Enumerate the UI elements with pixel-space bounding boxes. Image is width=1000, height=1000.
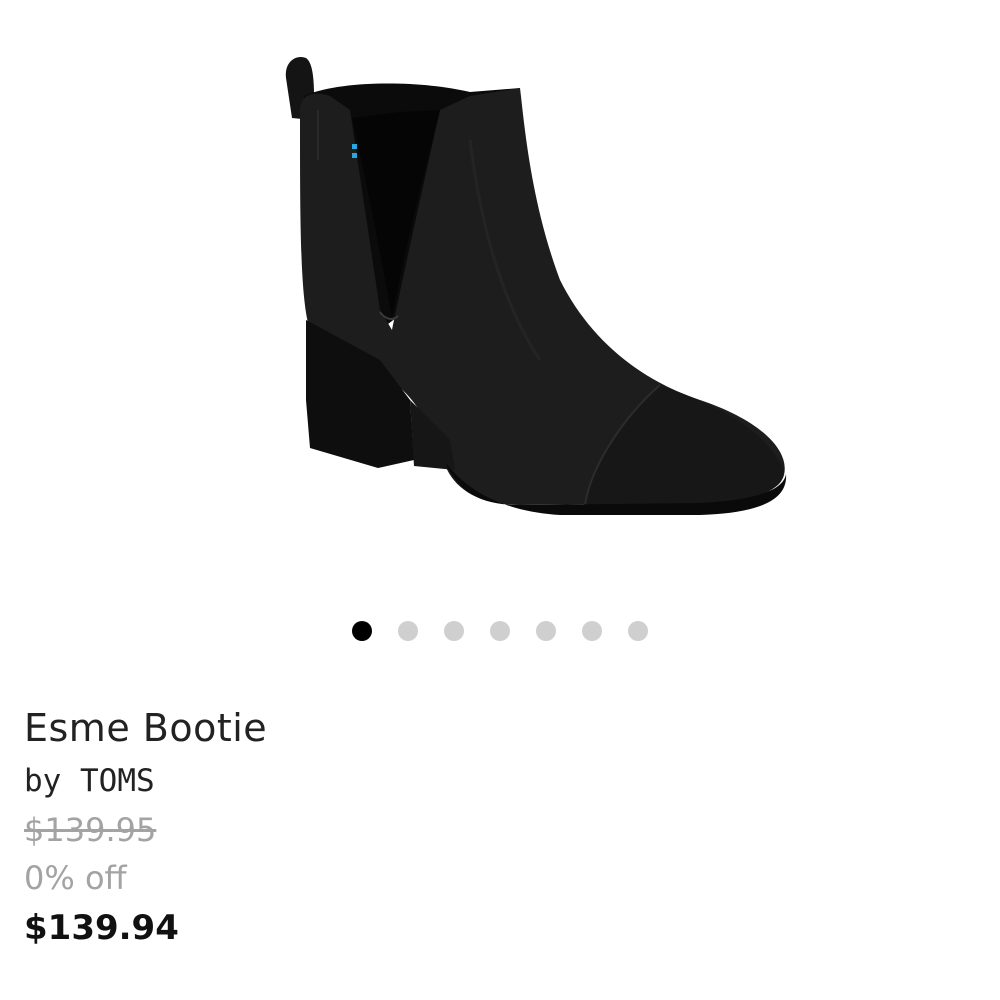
original-price: $139.95 — [24, 811, 157, 849]
discount-percentage: 0% off — [24, 859, 127, 897]
carousel-dot[interactable] — [628, 621, 648, 641]
ankle-boot-image — [285, 56, 787, 515]
product-title: Esme Bootie — [24, 706, 268, 750]
carousel-dot[interactable] — [490, 621, 510, 641]
carousel-dots — [0, 620, 1000, 642]
sale-price: $139.94 — [24, 908, 179, 948]
carousel-dot[interactable] — [536, 621, 556, 641]
product-image[interactable] — [0, 0, 1000, 600]
carousel-dot[interactable] — [398, 621, 418, 641]
product-info: Esme Bootie by TOMS $139.95 0% off $139.… — [24, 700, 924, 954]
carousel-dot[interactable] — [582, 621, 602, 641]
carousel-dot[interactable] — [444, 621, 464, 641]
brand-name[interactable]: by TOMS — [24, 756, 924, 806]
carousel-dot[interactable] — [352, 621, 372, 641]
